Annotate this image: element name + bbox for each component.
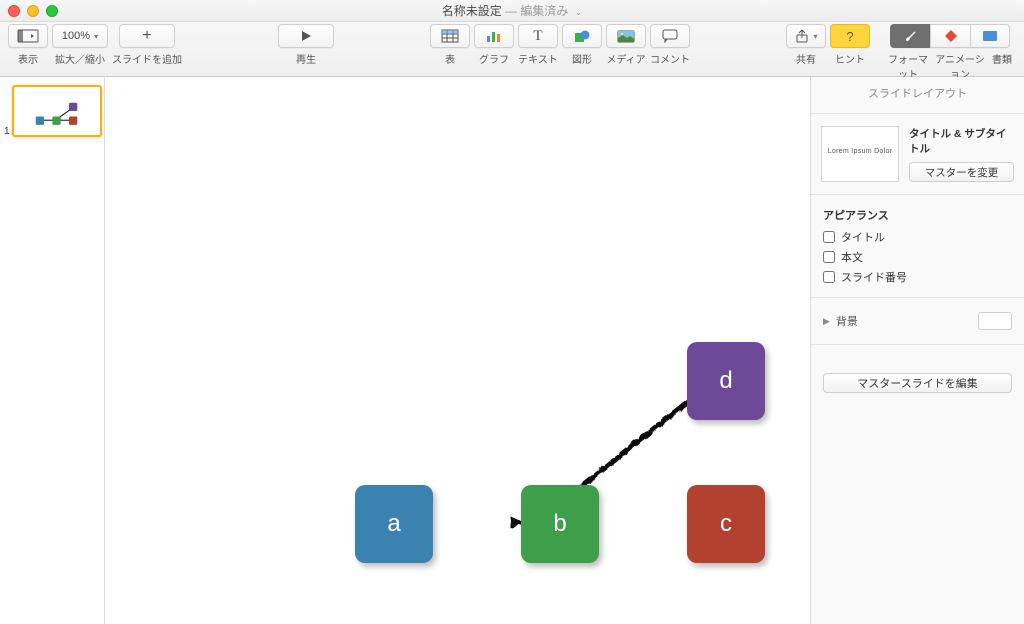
master-thumbnail[interactable]: Lorem Ipsum Dolor ―― bbox=[821, 126, 899, 182]
text-icon: T bbox=[533, 28, 542, 45]
media-button[interactable] bbox=[606, 24, 646, 48]
format-tab[interactable] bbox=[890, 24, 930, 48]
shape-button[interactable] bbox=[562, 24, 602, 48]
text-label: テキスト bbox=[518, 51, 558, 66]
chevron-down-icon: ▾ bbox=[94, 32, 98, 41]
zoom-label: 拡大／縮小 bbox=[55, 51, 105, 66]
share-label: 共有 bbox=[796, 51, 816, 66]
title-checkbox-label: タイトル bbox=[841, 229, 885, 245]
zoom-window-button[interactable] bbox=[46, 5, 58, 17]
brush-icon bbox=[903, 29, 919, 43]
chevron-down-icon: ▾ bbox=[813, 32, 817, 41]
node-d[interactable]: d bbox=[687, 342, 765, 420]
minimize-window-button[interactable] bbox=[27, 5, 39, 17]
background-label: 背景 bbox=[836, 313, 858, 329]
window-status-text: 編集済み bbox=[520, 4, 568, 18]
toolbar: 表示 100% ▾ 拡大／縮小 + スライドを追加 再生 bbox=[0, 22, 1024, 77]
play-icon bbox=[300, 30, 312, 42]
add-slide-button[interactable]: + bbox=[119, 24, 175, 48]
edit-master-button[interactable]: マスタースライドを編集 bbox=[823, 373, 1012, 393]
inspector-panel: スライドレイアウト Lorem Ipsum Dolor ―― タイトル & サブ… bbox=[810, 77, 1024, 624]
play-label: 再生 bbox=[296, 51, 316, 66]
slidenum-checkbox-label: スライド番号 bbox=[841, 269, 907, 285]
background-row[interactable]: ▶ 背景 bbox=[811, 302, 1024, 340]
change-master-button[interactable]: マスターを変更 bbox=[909, 162, 1014, 182]
hint-button[interactable]: ? bbox=[830, 24, 870, 48]
view-button[interactable] bbox=[8, 24, 48, 48]
node-d-label: d bbox=[719, 367, 732, 395]
comment-button[interactable] bbox=[650, 24, 690, 48]
chart-icon bbox=[485, 29, 503, 43]
node-a-label: a bbox=[387, 510, 400, 538]
node-c[interactable]: c bbox=[687, 485, 765, 563]
text-button[interactable]: T bbox=[518, 24, 558, 48]
slide-navigator: 1 bbox=[0, 77, 105, 624]
appearance-head: アピアランス bbox=[823, 207, 1012, 223]
shape-icon bbox=[573, 29, 591, 43]
master-thumb-text: Lorem Ipsum Dolor bbox=[828, 148, 893, 155]
body-checkbox[interactable] bbox=[823, 251, 835, 263]
title-checkbox[interactable] bbox=[823, 231, 835, 243]
background-swatch[interactable] bbox=[978, 312, 1012, 330]
slide-preview-icon bbox=[14, 87, 100, 135]
slidenum-checkbox-row[interactable]: スライド番号 bbox=[823, 269, 1012, 285]
chevron-down-icon[interactable]: ⌄ bbox=[575, 7, 583, 17]
chart-label: グラフ bbox=[479, 51, 509, 66]
inspector-header: スライドレイアウト bbox=[811, 77, 1024, 109]
node-a[interactable]: a bbox=[355, 485, 433, 563]
view-label: 表示 bbox=[18, 51, 38, 66]
titlebar: 名称未設定 — 編集済み ⌄ bbox=[0, 0, 1024, 22]
window-controls bbox=[8, 5, 58, 17]
share-icon bbox=[794, 29, 810, 43]
body-checkbox-label: 本文 bbox=[841, 249, 863, 265]
node-b[interactable]: b bbox=[521, 485, 599, 563]
slide-thumbnail[interactable]: 1 bbox=[12, 85, 102, 137]
close-window-button[interactable] bbox=[8, 5, 20, 17]
slidenum-checkbox[interactable] bbox=[823, 271, 835, 283]
view-icon bbox=[17, 29, 39, 43]
play-button[interactable] bbox=[278, 24, 334, 48]
slide-number: 1 bbox=[4, 126, 10, 137]
window-title: 名称未設定 — 編集済み ⌄ bbox=[0, 2, 1024, 19]
media-icon bbox=[617, 29, 635, 43]
table-label: 表 bbox=[445, 51, 455, 66]
shape-label: 図形 bbox=[572, 51, 592, 66]
table-button[interactable] bbox=[430, 24, 470, 48]
comment-icon bbox=[662, 29, 678, 43]
table-icon bbox=[441, 29, 459, 43]
media-label: メディア bbox=[606, 51, 645, 66]
zoom-button[interactable]: 100% ▾ bbox=[52, 24, 108, 48]
zoom-value: 100% bbox=[62, 30, 90, 42]
slide-canvas[interactable]: a b c d bbox=[105, 77, 810, 624]
disclosure-triangle-icon: ▶ bbox=[823, 316, 830, 327]
appearance-section: アピアランス タイトル 本文 スライド番号 bbox=[811, 199, 1024, 293]
animation-tab[interactable] bbox=[930, 24, 970, 48]
share-button[interactable]: ▾ bbox=[786, 24, 826, 48]
window-title-text: 名称未設定 bbox=[442, 4, 502, 18]
lightbulb-icon: ? bbox=[846, 29, 853, 44]
chart-button[interactable] bbox=[474, 24, 514, 48]
edit-master-label: マスタースライドを編集 bbox=[857, 378, 977, 390]
body-checkbox-row[interactable]: 本文 bbox=[823, 249, 1012, 265]
diamond-icon bbox=[944, 29, 958, 43]
add-slide-label: スライドを追加 bbox=[112, 51, 182, 66]
hint-label: ヒント bbox=[835, 51, 865, 66]
node-c-label: c bbox=[720, 510, 732, 538]
plus-icon: + bbox=[142, 27, 151, 45]
node-b-label: b bbox=[553, 510, 566, 538]
master-title: タイトル & サブタイトル bbox=[909, 126, 1014, 156]
comment-label: コメント bbox=[650, 51, 690, 66]
title-checkbox-row[interactable]: タイトル bbox=[823, 229, 1012, 245]
document-tab[interactable] bbox=[970, 24, 1010, 48]
change-master-label: マスターを変更 bbox=[925, 167, 999, 179]
document-icon bbox=[982, 30, 998, 42]
